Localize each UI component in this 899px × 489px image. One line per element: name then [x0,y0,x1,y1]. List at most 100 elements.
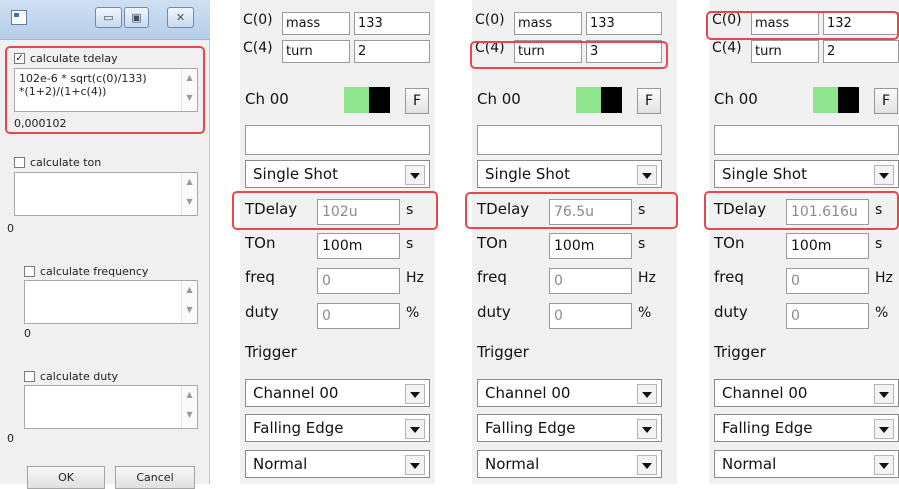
ton-label: TOn [245,234,276,252]
trigger-mode-select[interactable]: Normal [245,450,430,478]
chevron-down-icon[interactable] [405,455,425,475]
calculate-duty-checkbox[interactable] [24,371,35,382]
freq-field[interactable]: 0 [317,268,400,294]
chevron-down-icon[interactable] [874,419,894,439]
status-indicator-green [576,87,601,113]
channel-name-field[interactable] [245,125,430,155]
c0-value-field[interactable]: 133 [586,12,662,35]
mode-select[interactable]: Single Shot [714,160,899,188]
chevron-down-icon[interactable] [405,165,425,185]
channel-name-field[interactable] [477,125,662,155]
mode-select[interactable]: Single Shot [477,160,662,188]
trigger-channel-select[interactable]: Channel 00 [245,379,430,407]
expression-scrollbar[interactable]: ▲ ▼ [181,69,197,111]
c4-value-field[interactable]: 2 [823,40,899,63]
close-icon: ✕ [175,11,186,24]
f-button[interactable]: F [637,88,661,114]
maximize-button[interactable]: ▣ [124,7,149,28]
trigger-mode-select[interactable]: Normal [714,450,899,478]
freq-unit: Hz [875,270,893,286]
ton-label: TOn [477,234,508,252]
scroll-down-icon[interactable]: ▼ [182,305,197,319]
c0-name-field[interactable]: mass [282,12,350,35]
duty-field[interactable]: 0 [549,303,632,329]
c4-name-field[interactable]: turn [751,40,819,63]
calculate-ton-checkbox[interactable] [14,157,25,168]
frequency-result: 0 [24,327,31,340]
status-indicator-green [344,87,369,113]
dialog-titlebar: ▭ ▣ ✕ [0,0,210,40]
duty-field[interactable]: 0 [786,303,869,329]
trigger-edge-select[interactable]: Falling Edge [245,414,430,442]
trigger-label: Trigger [714,343,766,361]
calculate-tdelay-checkbox[interactable]: ✓ [14,53,25,64]
ton-field[interactable]: 100m [786,233,869,259]
minimize-button[interactable]: ▭ [95,7,122,28]
c4-name-field[interactable]: turn [282,40,350,63]
cancel-button[interactable]: Cancel [115,466,195,489]
trigger-channel-select[interactable]: Channel 00 [477,379,662,407]
expression-scrollbar[interactable]: ▲ ▼ [181,386,197,428]
chevron-down-icon[interactable] [874,165,894,185]
chevron-down-icon[interactable] [405,384,425,404]
trigger-edge-select[interactable]: Falling Edge [477,414,662,442]
chevron-down-icon[interactable] [405,419,425,439]
close-button[interactable]: ✕ [167,7,194,28]
ton-expression-field[interactable]: ▲ ▼ [14,172,198,216]
ton-field[interactable]: 100m [317,233,400,259]
status-indicator-black [838,87,859,113]
channel-title: Ch 00 [245,90,289,108]
f-button[interactable]: F [874,88,898,114]
mode-select[interactable]: Single Shot [245,160,430,188]
chevron-down-icon[interactable] [874,455,894,475]
freq-label: freq [714,268,744,286]
status-indicator-black [601,87,622,113]
duty-label: duty [477,303,511,321]
scroll-up-icon[interactable]: ▲ [182,285,197,299]
chevron-down-icon[interactable] [637,165,657,185]
f-button[interactable]: F [405,88,429,114]
c4-label: C(4) [712,40,742,56]
tdelay-expression-field[interactable]: 102e-6 * sqrt(c(0)/133) *(1+2)/(1+c(4)) … [14,68,198,112]
expression-scrollbar[interactable]: ▲ ▼ [181,173,197,215]
trigger-label: Trigger [477,343,529,361]
channel-title: Ch 00 [477,90,521,108]
duty-unit: % [875,305,889,321]
channel-panel-2: C(0) mass 133 C(4) turn 3 Ch 00 F Single… [472,0,677,484]
tdelay-highlight-panel-1 [232,191,438,230]
status-indicator-black [369,87,390,113]
channel-name-field[interactable] [714,125,899,155]
scroll-up-icon[interactable]: ▲ [182,177,197,191]
chevron-down-icon[interactable] [637,419,657,439]
scroll-up-icon[interactable]: ▲ [182,390,197,404]
tdelay-highlight-panel-3 [704,191,899,230]
c0-name-field[interactable]: mass [514,12,582,35]
ton-result: 0 [7,222,14,235]
tdelay-result: 0,000102 [14,117,67,130]
calculate-frequency-checkbox[interactable] [24,266,35,277]
c4-value-field[interactable]: 2 [354,40,430,63]
calculate-frequency-label: calculate frequency [40,265,149,278]
scroll-down-icon[interactable]: ▼ [182,93,197,107]
expression-scrollbar[interactable]: ▲ ▼ [181,281,197,323]
scroll-down-icon[interactable]: ▼ [182,197,197,211]
frequency-expression-field[interactable]: ▲ ▼ [24,280,198,324]
freq-unit: Hz [406,270,424,286]
scroll-up-icon[interactable]: ▲ [182,73,197,87]
freq-field[interactable]: 0 [786,268,869,294]
ton-field[interactable]: 100m [549,233,632,259]
chevron-down-icon[interactable] [637,455,657,475]
c0-value-field[interactable]: 133 [354,12,430,35]
ok-button[interactable]: OK [27,466,105,489]
maximize-icon: ▣ [131,11,142,24]
freq-unit: Hz [638,270,656,286]
scroll-down-icon[interactable]: ▼ [182,410,197,424]
trigger-mode-select[interactable]: Normal [477,450,662,478]
duty-expression-field[interactable]: ▲ ▼ [24,385,198,429]
chevron-down-icon[interactable] [637,384,657,404]
trigger-edge-select[interactable]: Falling Edge [714,414,899,442]
trigger-channel-select[interactable]: Channel 00 [714,379,899,407]
chevron-down-icon[interactable] [874,384,894,404]
freq-field[interactable]: 0 [549,268,632,294]
duty-field[interactable]: 0 [317,303,400,329]
